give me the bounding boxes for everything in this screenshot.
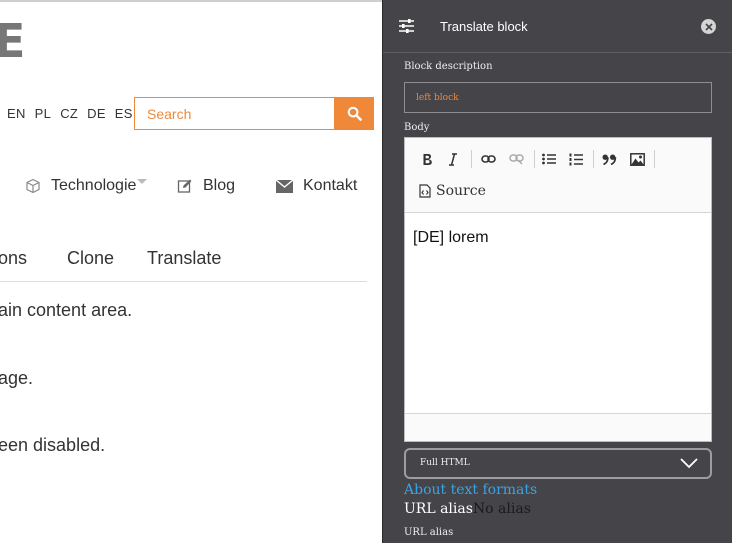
main-navigation: Technologie Blog Kontakt: [0, 177, 382, 199]
editor-statusbar: [405, 413, 711, 441]
bold-button[interactable]: [417, 150, 437, 168]
blockquote-button[interactable]: [599, 150, 619, 168]
link-icon: [480, 155, 496, 163]
toolbar-separator: [534, 150, 535, 168]
text-format-select[interactable]: Full HTML: [404, 448, 712, 479]
link-button[interactable]: [478, 150, 498, 168]
bulleted-list-icon: [542, 153, 556, 165]
panel-title: Translate block: [440, 19, 528, 34]
nav-item-technologie[interactable]: Technologie: [25, 177, 148, 195]
bulleted-list-button[interactable]: [539, 150, 559, 168]
translate-block-panel: Translate block Block description Body: [382, 0, 732, 543]
about-text-formats-link[interactable]: About text formats: [404, 482, 537, 498]
body-label: Body: [404, 122, 430, 133]
edit-icon: [177, 179, 192, 193]
tab-translate[interactable]: Translate: [147, 248, 221, 269]
bold-icon: [423, 153, 432, 165]
tab-revisions[interactable]: ions: [0, 248, 27, 269]
toolbar-separator: [593, 150, 594, 168]
close-button[interactable]: [701, 19, 716, 34]
tab-clone[interactable]: Clone: [67, 248, 114, 269]
caret-down-icon: [137, 178, 148, 184]
settings-sliders-icon: [399, 19, 414, 33]
panel-header: Translate block: [383, 0, 732, 53]
body-editor: Source [DE] lorem: [404, 137, 712, 442]
source-button[interactable]: Source: [419, 183, 486, 199]
block-description-label: Block description: [404, 61, 493, 72]
toolbar-separator: [471, 150, 472, 168]
cube-icon: [26, 178, 40, 194]
blockquote-icon: [602, 154, 616, 165]
nav-label-technologie: Technologie: [51, 177, 137, 194]
url-alias-summary-label: URL alias: [404, 501, 473, 517]
italic-button[interactable]: [443, 150, 463, 168]
editor-content[interactable]: [DE] lorem: [413, 229, 489, 247]
source-icon: [419, 184, 431, 198]
chevron-down-icon: [680, 458, 698, 469]
nav-label-kontakt: Kontakt: [303, 177, 358, 194]
image-button[interactable]: [627, 150, 647, 168]
numbered-list-button[interactable]: [566, 150, 586, 168]
close-icon: [704, 22, 713, 31]
mail-icon: [276, 179, 293, 193]
lang-cz[interactable]: CZ: [60, 106, 78, 121]
lang-pl[interactable]: PL: [35, 106, 52, 121]
background-site: E EN PL CZ DE ES Technologie: [0, 0, 382, 543]
block-description-input[interactable]: [404, 82, 712, 113]
content-text-line: een disabled.: [0, 435, 106, 455]
search-button[interactable]: [334, 97, 374, 130]
content-text-line: age.: [0, 368, 34, 388]
language-switcher: EN PL CZ DE ES: [7, 106, 133, 121]
source-label: Source: [436, 183, 486, 199]
search-icon: [347, 106, 362, 121]
search-input[interactable]: [134, 97, 334, 130]
site-search: [134, 97, 374, 130]
lang-es[interactable]: ES: [115, 106, 133, 121]
italic-icon: [449, 152, 457, 166]
nav-item-kontakt[interactable]: Kontakt: [276, 177, 357, 195]
nav-item-blog[interactable]: Blog: [177, 177, 235, 195]
lang-en[interactable]: EN: [7, 106, 26, 121]
url-alias-summary-value: No alias: [472, 501, 531, 517]
local-tasks-tabs: ions Clone Translate: [0, 248, 367, 282]
text-format-value: Full HTML: [420, 458, 470, 468]
numbered-list-icon: [569, 153, 583, 165]
unlink-button[interactable]: [506, 150, 526, 168]
site-logo-fragment[interactable]: E: [0, 14, 25, 68]
content-text-line: ain content area.: [0, 300, 133, 320]
nav-label-blog: Blog: [203, 177, 236, 194]
url-alias-summary[interactable]: URL aliasNo alias: [404, 501, 531, 517]
lang-de[interactable]: DE: [87, 106, 106, 121]
toolbar-separator: [654, 150, 655, 168]
image-icon: [629, 152, 645, 166]
editor-toolbar: Source: [405, 138, 711, 213]
unlink-icon: [508, 154, 524, 165]
url-alias-label: URL alias: [404, 527, 454, 538]
